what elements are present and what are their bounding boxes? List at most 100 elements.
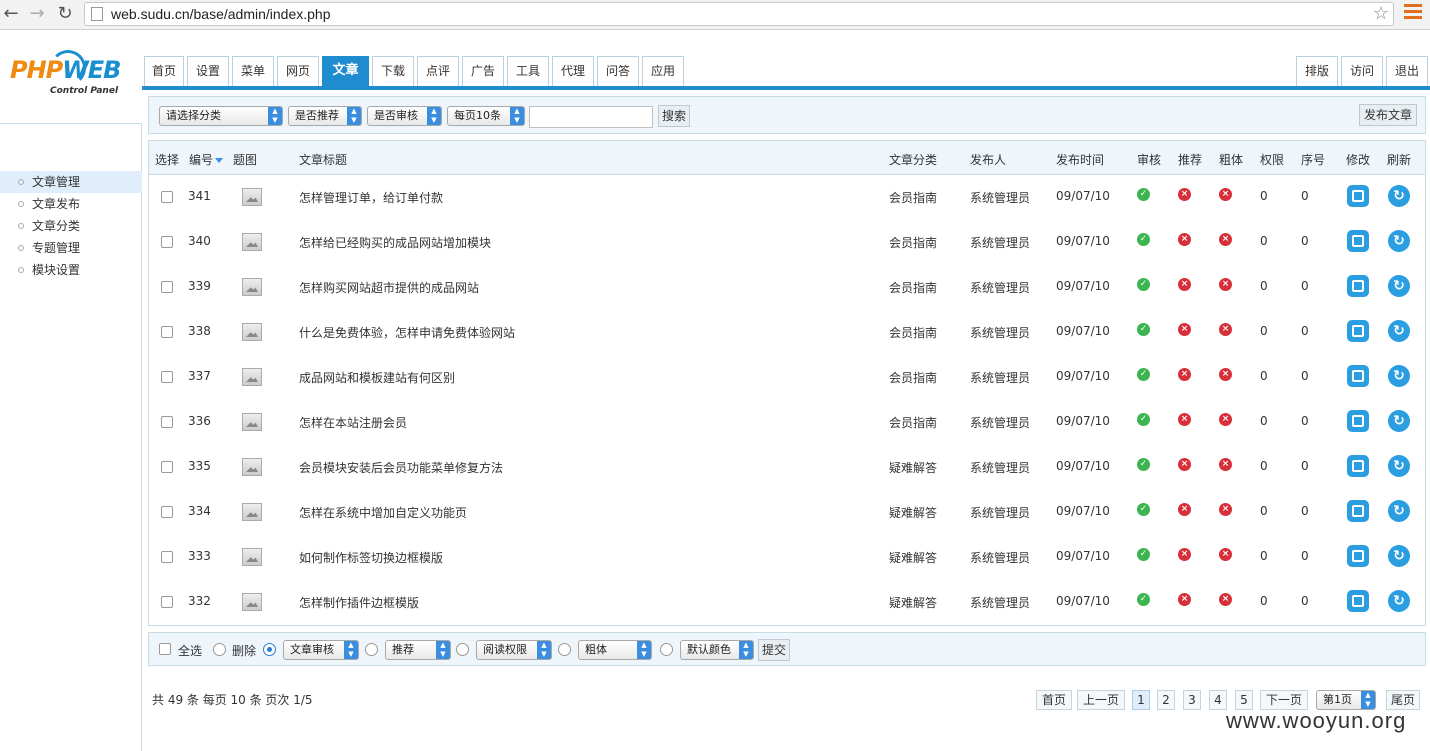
prev-page-button[interactable]: 上一页 [1077, 690, 1125, 710]
audit-check-icon[interactable]: ✓ [1137, 368, 1150, 381]
tab-webpage[interactable]: 网页 [277, 56, 319, 86]
edit-icon[interactable] [1347, 275, 1369, 297]
refresh-icon[interactable]: ↻ [1388, 410, 1410, 432]
edit-icon[interactable] [1347, 545, 1369, 567]
edit-icon[interactable] [1347, 590, 1369, 612]
image-icon[interactable] [242, 278, 262, 296]
row-checkbox[interactable] [161, 461, 173, 473]
row-title[interactable]: 怎样给已经购买的成品网站增加模块 [299, 234, 491, 251]
tab-menu[interactable]: 菜单 [232, 56, 274, 86]
audit-select[interactable]: 是否审核 ▲ ▼ [367, 106, 442, 126]
row-checkbox[interactable] [161, 596, 173, 608]
recommend-x-icon[interactable]: × [1178, 458, 1191, 471]
page-5-button[interactable]: 5 [1235, 690, 1253, 710]
page-4-button[interactable]: 4 [1209, 690, 1227, 710]
image-icon[interactable] [242, 188, 262, 206]
audit-check-icon[interactable]: ✓ [1137, 458, 1150, 471]
bold-x-icon[interactable]: × [1219, 593, 1232, 606]
edit-icon[interactable] [1347, 455, 1369, 477]
col-id[interactable]: 编号 [189, 151, 224, 168]
refresh-icon[interactable]: ↻ [1388, 275, 1410, 297]
recommend-x-icon[interactable]: × [1178, 188, 1191, 201]
tab-article[interactable]: 文章 [322, 56, 369, 86]
search-button[interactable]: 搜索 [658, 105, 690, 127]
tab-review[interactable]: 点评 [417, 56, 459, 86]
submit-button[interactable]: 提交 [758, 639, 790, 661]
select-all-checkbox[interactable] [159, 643, 171, 655]
bookmark-star-icon[interactable]: ☆ [1373, 3, 1389, 24]
row-checkbox[interactable] [161, 416, 173, 428]
bold-radio[interactable] [558, 643, 571, 656]
row-title[interactable]: 怎样管理订单，给订单付款 [299, 189, 443, 206]
page-2-button[interactable]: 2 [1157, 690, 1175, 710]
tab-logout[interactable]: 退出 [1386, 56, 1428, 86]
perm-action-select[interactable]: 阅读权限 ▲ ▼ [476, 640, 552, 660]
audit-check-icon[interactable]: ✓ [1137, 593, 1150, 606]
image-icon[interactable] [242, 368, 262, 386]
refresh-icon[interactable]: ↻ [1388, 545, 1410, 567]
edit-icon[interactable] [1347, 320, 1369, 342]
audit-check-icon[interactable]: ✓ [1137, 548, 1150, 561]
image-icon[interactable] [242, 413, 262, 431]
image-icon[interactable] [242, 233, 262, 251]
row-title[interactable]: 如何制作标签切换边框模版 [299, 549, 443, 566]
row-checkbox[interactable] [161, 236, 173, 248]
audit-check-icon[interactable]: ✓ [1137, 413, 1150, 426]
tab-qa[interactable]: 问答 [597, 56, 639, 86]
first-page-button[interactable]: 首页 [1036, 690, 1072, 710]
address-bar[interactable]: web.sudu.cn/base/admin/index.php ☆ [84, 2, 1394, 26]
bold-action-select[interactable]: 粗体 ▲ ▼ [578, 640, 652, 660]
recommend-x-icon[interactable]: × [1178, 413, 1191, 426]
refresh-icon[interactable]: ↻ [1388, 365, 1410, 387]
audit-check-icon[interactable]: ✓ [1137, 278, 1150, 291]
row-title[interactable]: 怎样制作插件边框模版 [299, 594, 419, 611]
back-icon[interactable]: ← [0, 3, 22, 25]
edit-icon[interactable] [1347, 410, 1369, 432]
sidebar-item-module-settings[interactable]: 模块设置 [0, 259, 142, 281]
perpage-select[interactable]: 每页10条 ▲ ▼ [447, 106, 525, 126]
category-select[interactable]: 请选择分类 ▲ ▼ [159, 106, 283, 126]
sidebar-item-article-publish[interactable]: 文章发布 [0, 193, 142, 215]
recommend-x-icon[interactable]: × [1178, 548, 1191, 561]
recommend-x-icon[interactable]: × [1178, 278, 1191, 291]
sidebar-item-article-manage[interactable]: 文章管理 [0, 171, 142, 193]
last-page-button[interactable]: 尾页 [1386, 690, 1420, 710]
next-page-button[interactable]: 下一页 [1260, 690, 1308, 710]
row-checkbox[interactable] [161, 506, 173, 518]
perm-radio[interactable] [456, 643, 469, 656]
audit-radio[interactable] [263, 643, 276, 656]
row-title[interactable]: 成品网站和模板建站有何区别 [299, 369, 455, 386]
tab-apps[interactable]: 应用 [642, 56, 684, 86]
audit-check-icon[interactable]: ✓ [1137, 503, 1150, 516]
bold-x-icon[interactable]: × [1219, 323, 1232, 336]
bold-x-icon[interactable]: × [1219, 413, 1232, 426]
edit-icon[interactable] [1347, 185, 1369, 207]
browser-menu-icon[interactable] [1404, 4, 1422, 22]
tab-tools[interactable]: 工具 [507, 56, 549, 86]
tab-ads[interactable]: 广告 [462, 56, 504, 86]
recommend-x-icon[interactable]: × [1178, 503, 1191, 516]
color-action-select[interactable]: 默认颜色 ▲ ▼ [680, 640, 754, 660]
row-checkbox[interactable] [161, 281, 173, 293]
sidebar-item-article-category[interactable]: 文章分类 [0, 215, 142, 237]
edit-icon[interactable] [1347, 365, 1369, 387]
recommend-x-icon[interactable]: × [1178, 233, 1191, 246]
tab-home[interactable]: 首页 [144, 56, 184, 86]
recommend-select[interactable]: 是否推荐 ▲ ▼ [288, 106, 362, 126]
bold-x-icon[interactable]: × [1219, 188, 1232, 201]
image-icon[interactable] [242, 593, 262, 611]
row-checkbox[interactable] [161, 551, 173, 563]
row-title[interactable]: 怎样在系统中增加自定义功能页 [299, 504, 467, 521]
audit-check-icon[interactable]: ✓ [1137, 323, 1150, 336]
recommend-x-icon[interactable]: × [1178, 368, 1191, 381]
bold-x-icon[interactable]: × [1219, 503, 1232, 516]
forward-icon[interactable]: → [26, 3, 48, 25]
tab-layout[interactable]: 排版 [1296, 56, 1338, 86]
page-1-button[interactable]: 1 [1132, 690, 1150, 710]
bold-x-icon[interactable]: × [1219, 548, 1232, 561]
image-icon[interactable] [242, 548, 262, 566]
page-jump-select[interactable]: 第1页 ▲ ▼ [1316, 690, 1376, 710]
color-radio[interactable] [660, 643, 673, 656]
row-title[interactable]: 怎样在本站注册会员 [299, 414, 407, 431]
recommend-x-icon[interactable]: × [1178, 323, 1191, 336]
